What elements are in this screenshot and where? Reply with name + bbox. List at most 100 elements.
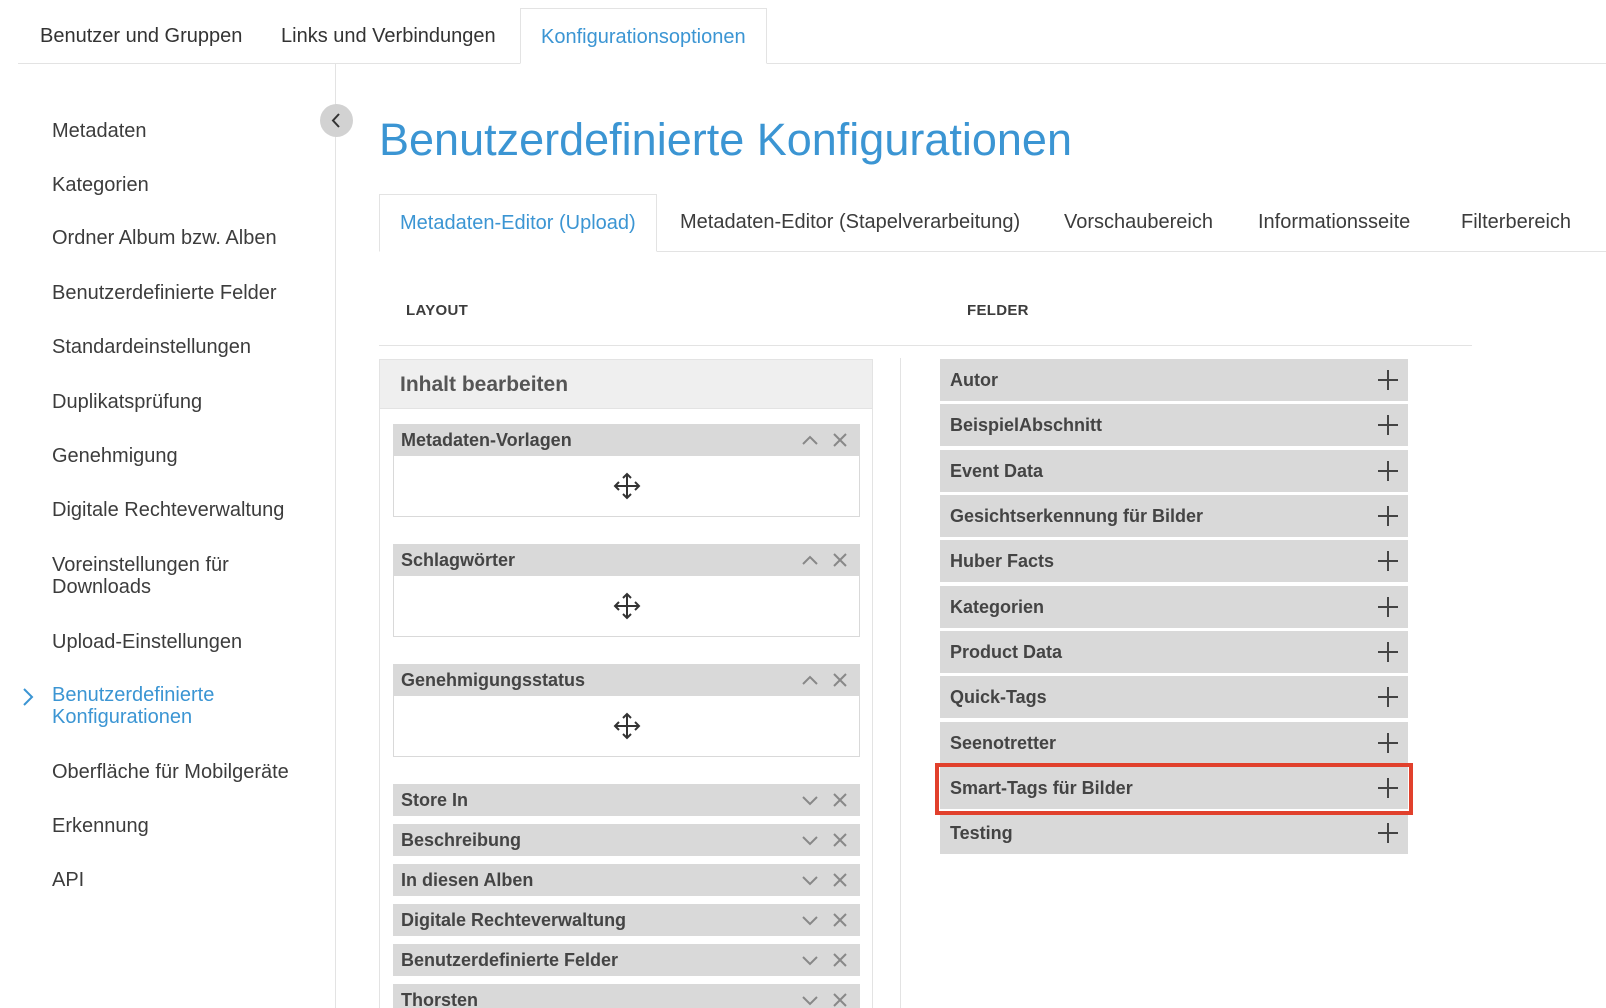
field-item[interactable]: Testing	[940, 812, 1408, 854]
layout-block[interactable]: Metadaten-Vorlagen	[393, 424, 860, 517]
row-label: Benutzerdefinierte Felder	[401, 950, 619, 970]
row-label: Store In	[401, 790, 469, 810]
plus-icon[interactable]	[1376, 368, 1400, 392]
layout-block[interactable]: Genehmigungsstatus	[393, 664, 860, 757]
block-label: Metadaten-Vorlagen	[401, 430, 572, 450]
field-item[interactable]: Kategorien	[940, 586, 1408, 628]
tab-filterbereich[interactable]: Filterbereich	[1461, 194, 1571, 252]
layout-row[interactable]: Beschreibung	[393, 824, 860, 856]
field-label: Testing	[950, 823, 1013, 843]
sidebar-item-kategorien[interactable]: Kategorien	[52, 174, 322, 196]
chevron-right-icon	[23, 688, 34, 706]
close-icon[interactable]	[830, 950, 850, 970]
field-item[interactable]: Huber Facts	[940, 540, 1408, 582]
tab-informationsseite[interactable]: Informationsseite	[1258, 194, 1410, 252]
sidebar: Metadaten Kategorien Ordner Album bzw. A…	[0, 64, 336, 1008]
field-label: Gesichtserkennung für Bilder	[950, 506, 1204, 526]
page-title: Benutzerdefinierte Konfigurationen	[379, 114, 1072, 165]
field-item[interactable]: Autor	[940, 359, 1408, 401]
field-item[interactable]: Event Data	[940, 450, 1408, 492]
plus-icon[interactable]	[1376, 685, 1400, 709]
plus-icon[interactable]	[1376, 413, 1400, 437]
heading-divider	[379, 345, 1472, 346]
field-label: Seenotretter	[950, 733, 1057, 753]
close-icon[interactable]	[830, 870, 850, 890]
close-icon[interactable]	[830, 790, 850, 810]
layout-row[interactable]: In diesen Alben	[393, 864, 860, 896]
row-label: Thorsten	[401, 990, 479, 1008]
tab-konfigurationsoptionen[interactable]: Konfigurationsoptionen	[520, 8, 767, 64]
tab-metadaten-editor-stapel[interactable]: Metadaten-Editor (Stapelverarbeitung)	[680, 194, 1020, 252]
sidebar-item-erkennung[interactable]: Erkennung	[52, 815, 322, 837]
close-icon[interactable]	[830, 990, 850, 1008]
sidebar-item-api[interactable]: API	[52, 869, 322, 891]
plus-icon[interactable]	[1376, 549, 1400, 573]
layout-row[interactable]: Store In	[393, 784, 860, 816]
layout-panel-title: Inhalt bearbeiten	[380, 360, 872, 409]
sidebar-item-metadaten[interactable]: Metadaten	[52, 120, 322, 142]
chevron-down-icon[interactable]	[800, 950, 820, 970]
sidebar-item-genehmigung[interactable]: Genehmigung	[52, 445, 322, 467]
field-item[interactable]: Quick-Tags	[940, 676, 1408, 718]
plus-icon[interactable]	[1376, 821, 1400, 845]
move-icon[interactable]	[612, 471, 642, 501]
top-tab-bar: Benutzer und Gruppen Links und Verbindun…	[18, 8, 1606, 64]
row-label: In diesen Alben	[401, 870, 534, 890]
plus-icon[interactable]	[1376, 776, 1400, 800]
close-icon[interactable]	[830, 670, 850, 690]
chevron-up-icon[interactable]	[800, 550, 820, 570]
tab-benutzer-und-gruppen[interactable]: Benutzer und Gruppen	[40, 8, 242, 64]
field-item[interactable]: BeispielAbschnitt	[940, 404, 1408, 446]
chevron-down-icon[interactable]	[800, 830, 820, 850]
close-icon[interactable]	[830, 910, 850, 930]
tab-vorschaubereich[interactable]: Vorschaubereich	[1064, 194, 1213, 252]
block-body	[393, 456, 860, 517]
sidebar-item-benutzerdefinierte-felder[interactable]: Benutzerdefinierte Felder	[52, 282, 322, 304]
chevron-down-icon[interactable]	[800, 910, 820, 930]
close-icon[interactable]	[830, 550, 850, 570]
sidebar-item-duplikatspruefung[interactable]: Duplikatsprüfung	[52, 391, 322, 413]
chevron-up-icon[interactable]	[800, 430, 820, 450]
layout-row[interactable]: Benutzerdefinierte Felder	[393, 944, 860, 976]
move-icon[interactable]	[612, 711, 642, 741]
block-body	[393, 696, 860, 757]
chevron-down-icon[interactable]	[800, 870, 820, 890]
field-item-smart-tags[interactable]: Smart-Tags für Bilder	[940, 767, 1408, 809]
block-label: Genehmigungsstatus	[401, 670, 586, 690]
column-divider	[900, 358, 901, 1008]
field-label: Product Data	[950, 642, 1063, 662]
sidebar-item-voreinstellungen-downloads[interactable]: Voreinstellungen für Downloads	[52, 554, 322, 598]
chevron-down-icon[interactable]	[800, 990, 820, 1008]
plus-icon[interactable]	[1376, 459, 1400, 483]
fields-heading: FELDER	[967, 302, 1029, 319]
sidebar-item-mobilgeraete[interactable]: Oberfläche für Mobilgeräte	[52, 761, 322, 783]
field-label: BeispielAbschnitt	[950, 415, 1103, 435]
field-label: Autor	[950, 370, 998, 390]
plus-icon[interactable]	[1376, 640, 1400, 664]
sidebar-item-standardeinstellungen[interactable]: Standardeinstellungen	[52, 336, 322, 358]
field-item[interactable]: Product Data	[940, 631, 1408, 673]
sidebar-item-ordner-album[interactable]: Ordner Album bzw. Alben	[52, 227, 322, 249]
layout-block[interactable]: Schlagwörter	[393, 544, 860, 637]
block-body	[393, 576, 860, 637]
field-item[interactable]: Seenotretter	[940, 722, 1408, 764]
sidebar-item-upload-einstellungen[interactable]: Upload-Einstellungen	[52, 631, 322, 653]
field-item[interactable]: Gesichtserkennung für Bilder	[940, 495, 1408, 537]
plus-icon[interactable]	[1376, 595, 1400, 619]
field-label: Event Data	[950, 461, 1044, 481]
sidebar-item-digitale-rechteverwaltung[interactable]: Digitale Rechteverwaltung	[52, 499, 322, 521]
collapse-sidebar-button[interactable]	[320, 104, 353, 137]
sidebar-item-benutzerdefinierte-konfigurationen[interactable]: Benutzerdefinierte Konfigurationen	[52, 684, 322, 728]
layout-row[interactable]: Thorsten	[393, 984, 860, 1008]
plus-icon[interactable]	[1376, 731, 1400, 755]
chevron-down-icon[interactable]	[800, 790, 820, 810]
layout-row[interactable]: Digitale Rechteverwaltung	[393, 904, 860, 936]
tab-metadaten-editor-upload[interactable]: Metadaten-Editor (Upload)	[379, 194, 657, 252]
close-icon[interactable]	[830, 430, 850, 450]
move-icon[interactable]	[612, 591, 642, 621]
tab-links-und-verbindungen[interactable]: Links und Verbindungen	[281, 8, 496, 64]
close-icon[interactable]	[830, 830, 850, 850]
chevron-left-icon	[331, 113, 340, 128]
chevron-up-icon[interactable]	[800, 670, 820, 690]
plus-icon[interactable]	[1376, 504, 1400, 528]
